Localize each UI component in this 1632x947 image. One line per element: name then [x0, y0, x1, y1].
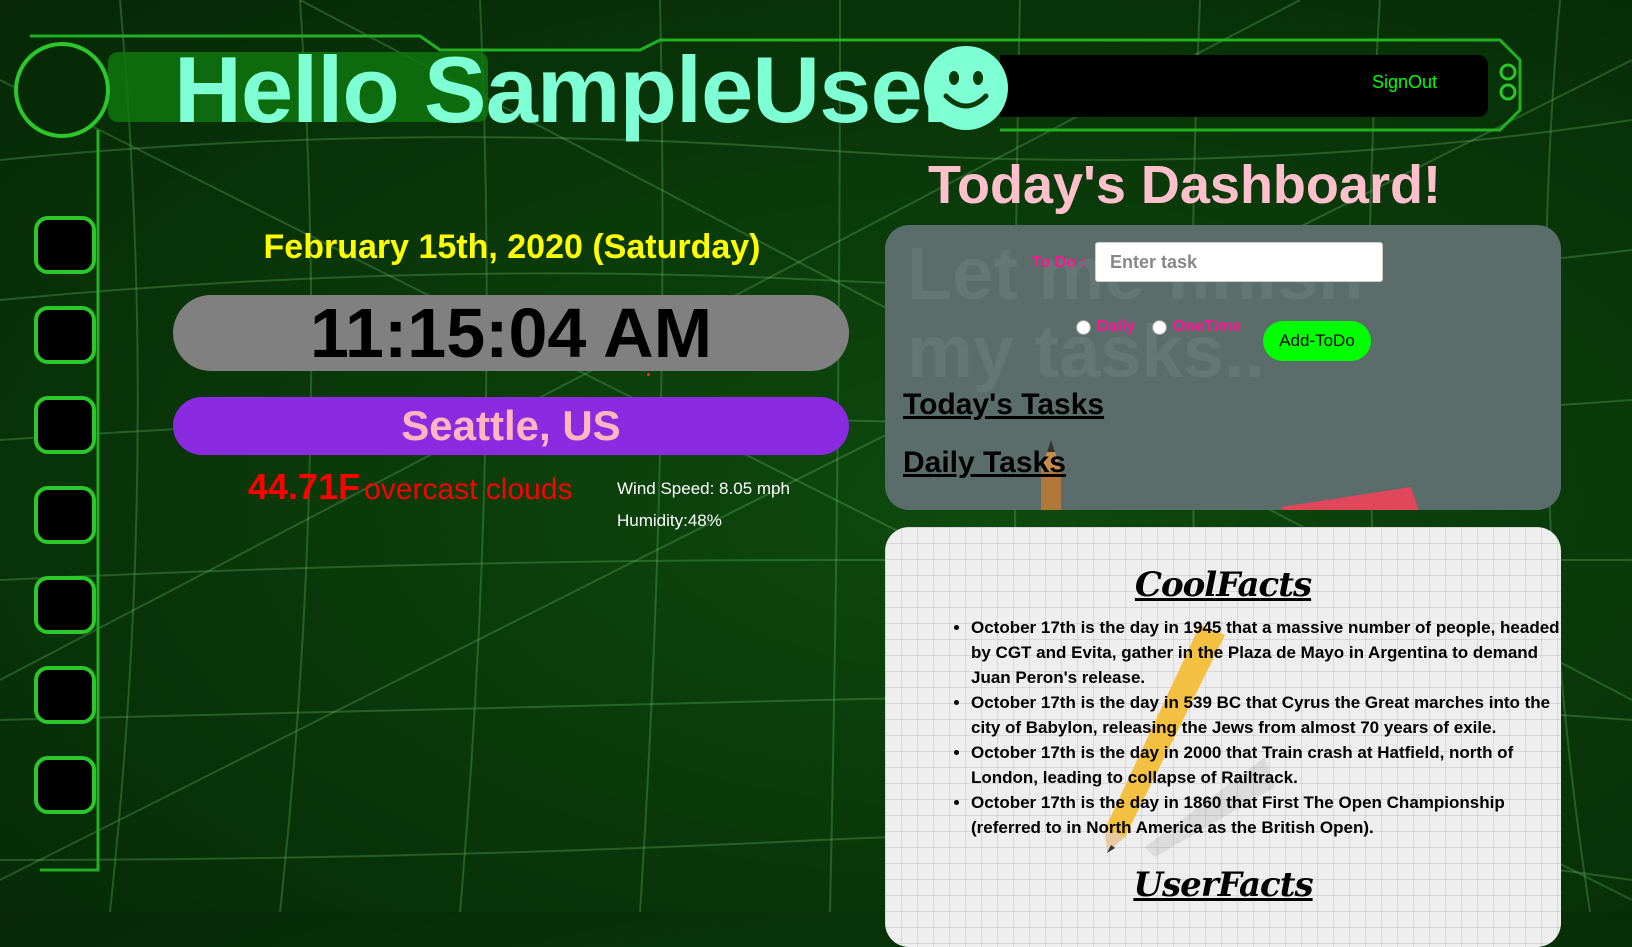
date-display: February 15th, 2020 (Saturday): [263, 228, 761, 266]
clock-display: 11:15:04 AM: [173, 295, 849, 371]
onetime-radio-label: OneTime: [1173, 318, 1242, 335]
list-item: October 17th is the day in 2000 that Tra…: [971, 740, 1561, 790]
facts-panel: CoolFacts October 17th is the day in 194…: [885, 527, 1561, 947]
list-item: October 17th is the day in 1945 that a m…: [971, 615, 1561, 690]
task-input[interactable]: [1095, 242, 1383, 282]
userfacts-heading: UserFacts: [1133, 865, 1313, 905]
daily-radio[interactable]: [1076, 319, 1091, 335]
dashboard-title: Today's Dashboard!: [928, 155, 1441, 215]
coolfacts-list: October 17th is the day in 1945 that a m…: [953, 615, 1561, 840]
clock-dot: [647, 373, 650, 376]
todo-label: To Do :: [1032, 254, 1086, 271]
temperature-readout: 44.71F overcast clouds: [248, 466, 573, 508]
todo-panel: Let me finish my tasks.. To Do : Daily O…: [885, 225, 1561, 510]
greeting-heading: Hello SampleUser: [174, 37, 958, 142]
humidity: Humidity:48%: [617, 511, 722, 530]
city-display: Seattle, US: [173, 397, 849, 455]
todays-tasks-link[interactable]: Today's Tasks: [903, 388, 1104, 422]
daily-option[interactable]: Daily: [1076, 318, 1135, 336]
coolfacts-heading: CoolFacts: [1134, 565, 1312, 605]
temperature-value: 44.71F: [248, 466, 361, 507]
onetime-radio[interactable]: [1152, 319, 1167, 335]
weather-description: overcast clouds: [364, 473, 573, 506]
add-todo-button[interactable]: Add-ToDo: [1263, 321, 1371, 361]
onetime-option[interactable]: OneTime: [1152, 318, 1241, 336]
list-item: October 17th is the day in 539 BC that C…: [971, 690, 1561, 740]
smiley-icon: [924, 46, 1008, 130]
daily-radio-label: Daily: [1097, 318, 1136, 335]
paper-icon: [1281, 487, 1419, 510]
wind-speed: Wind Speed: 8.05 mph: [617, 479, 790, 498]
daily-tasks-link[interactable]: Daily Tasks: [903, 446, 1066, 480]
signout-link[interactable]: SignOut: [1372, 72, 1437, 93]
list-item: October 17th is the day in 1860 that Fir…: [971, 790, 1561, 840]
